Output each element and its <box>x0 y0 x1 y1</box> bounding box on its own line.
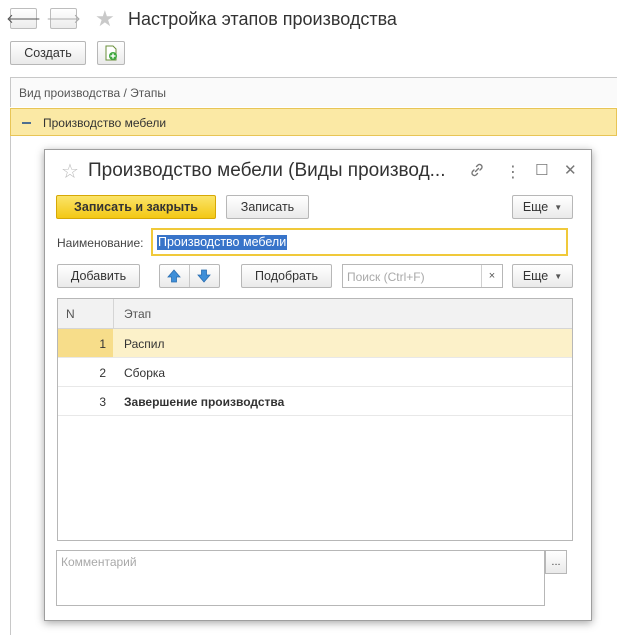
save-and-close-button[interactable]: Записать и закрыть <box>56 195 216 219</box>
back-button[interactable]: 🡐 <box>6 8 41 29</box>
move-down-icon[interactable] <box>197 269 211 283</box>
name-input-value: Производство мебели <box>157 235 288 250</box>
pick-button[interactable]: Подобрать <box>241 264 332 288</box>
more-label: Еще <box>522 200 549 214</box>
clear-search-icon[interactable]: × <box>481 265 502 287</box>
row-number: 1 <box>99 337 106 351</box>
copy-button[interactable] <box>97 41 125 65</box>
column-header-n[interactable]: N <box>66 307 75 321</box>
page-title: Настройка этапов производства <box>128 9 397 29</box>
chevron-down-icon: ▼ <box>554 271 563 281</box>
close-icon[interactable]: ✕ <box>564 161 577 179</box>
comment-expand-button[interactable]: ... <box>545 550 567 574</box>
search-input[interactable]: Поиск (Ctrl+F) × <box>342 264 503 288</box>
table-more-button[interactable]: Еще ▼ <box>512 264 573 288</box>
column-header-stage[interactable]: Этап <box>124 307 151 321</box>
move-buttons-separator <box>189 265 190 287</box>
more-button[interactable]: Еще ▼ <box>512 195 573 219</box>
dialog-title: Производство мебели (Виды производ... <box>88 160 446 181</box>
list-item[interactable]: Производство мебели <box>10 108 617 136</box>
comment-placeholder: Комментарий <box>61 555 137 569</box>
add-label: Добавить <box>70 269 127 283</box>
arrow-left-icon: 🡐 <box>6 10 41 26</box>
save-label: Записать <box>240 200 295 214</box>
forward-button[interactable]: 🡒 <box>46 8 81 29</box>
row-stage: Сборка <box>124 366 166 380</box>
table-row[interactable]: 1 Распил <box>58 329 572 358</box>
table-header: N Этап <box>58 299 572 329</box>
row-number: 2 <box>99 366 106 380</box>
list-item-label: Производство мебели <box>43 116 167 130</box>
move-buttons <box>159 264 220 288</box>
move-up-icon[interactable] <box>167 269 181 283</box>
save-and-close-label: Записать и закрыть <box>74 200 198 214</box>
name-input[interactable]: Производство мебели <box>151 228 568 256</box>
table-more-label: Еще <box>522 269 549 283</box>
list-border <box>10 136 11 635</box>
create-button[interactable]: Создать <box>10 41 86 65</box>
more-menu-icon[interactable]: ⋮ <box>505 162 521 182</box>
edit-dialog: ☆ Производство мебели (Виды производ... … <box>44 149 592 621</box>
row-stage: Распил <box>124 337 165 351</box>
table-row[interactable]: 3 Завершение производства <box>58 387 572 416</box>
row-number: 3 <box>99 395 106 409</box>
stages-table: N Этап 1 Распил 2 Сборка 3 Завершение пр… <box>57 298 573 541</box>
maximize-icon[interactable]: ☐ <box>535 161 548 179</box>
table-row[interactable]: 2 Сборка <box>58 358 572 387</box>
list-header-label: Вид производства / Этапы <box>19 86 166 100</box>
search-placeholder: Поиск (Ctrl+F) <box>347 270 425 284</box>
create-button-label: Создать <box>24 46 72 60</box>
comment-input[interactable]: Комментарий <box>56 550 545 606</box>
row-stage: Завершение производства <box>124 395 285 409</box>
favorite-star-icon[interactable]: ★ <box>95 8 115 30</box>
column-separator <box>113 299 114 329</box>
ellipsis-icon: ... <box>551 556 561 568</box>
collapse-icon[interactable] <box>22 122 31 124</box>
favorite-star-icon[interactable]: ☆ <box>61 159 79 184</box>
name-label: Наименование: <box>57 236 144 250</box>
link-icon[interactable] <box>469 162 485 182</box>
pick-label: Подобрать <box>255 269 318 283</box>
list-header: Вид производства / Этапы <box>10 77 617 107</box>
chevron-down-icon: ▼ <box>554 202 563 212</box>
arrow-right-icon: 🡒 <box>46 10 81 26</box>
copy-add-icon <box>105 45 117 61</box>
add-button[interactable]: Добавить <box>57 264 140 288</box>
save-button[interactable]: Записать <box>226 195 309 219</box>
